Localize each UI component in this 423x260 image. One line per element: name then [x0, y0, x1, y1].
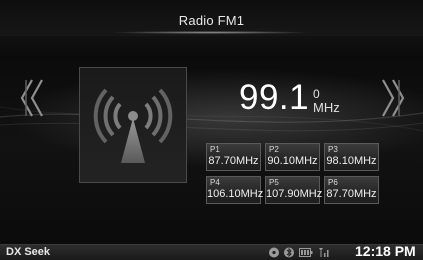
- preset-button-5[interactable]: P5 107.90MHz: [265, 176, 323, 204]
- preset-number: P4: [210, 178, 220, 187]
- preset-number: P3: [328, 145, 338, 154]
- seek-up-button[interactable]: [375, 78, 407, 118]
- status-bar: DX Seek 12:18 PM: [0, 243, 423, 260]
- seek-down-button[interactable]: [18, 78, 50, 118]
- preset-frequency: 98.10MHz: [326, 155, 377, 167]
- preset-number: P1: [210, 145, 220, 154]
- preset-button-4[interactable]: P4 106.10MHz: [206, 176, 264, 204]
- battery-icon: [299, 248, 313, 257]
- background-swoosh: [0, 106, 423, 132]
- signal-icon: [319, 248, 329, 257]
- clock: 12:18 PM: [355, 243, 416, 259]
- preset-button-6[interactable]: P6 87.70MHz: [324, 176, 379, 204]
- frequency-suffix: 0 MHz: [313, 88, 343, 115]
- frequency-unit: MHz: [313, 100, 340, 115]
- title-bar: Radio FM1: [0, 0, 423, 36]
- frequency-decimal: 0: [313, 87, 320, 101]
- preset-number: P2: [269, 145, 279, 154]
- bluetooth-icon: [284, 247, 294, 258]
- double-chevron-left-icon: [20, 79, 43, 117]
- disc-icon: [269, 247, 279, 258]
- preset-frequency: 107.90MHz: [266, 188, 323, 200]
- double-chevron-right-icon: [382, 79, 405, 117]
- preset-frequency: 87.70MHz: [326, 188, 377, 200]
- current-frequency: 99.1: [239, 78, 310, 117]
- page-title: Radio FM1: [178, 13, 245, 28]
- tuning-mode-label[interactable]: DX Seek: [6, 246, 50, 258]
- preset-button-3[interactable]: P3 98.10MHz: [324, 143, 379, 171]
- broadcast-antenna-icon: [93, 88, 173, 163]
- preset-frequency: 87.70MHz: [208, 155, 259, 167]
- title-underline: [110, 31, 310, 34]
- preset-frequency: 90.10MHz: [267, 155, 318, 167]
- station-artwork: [79, 67, 187, 183]
- preset-number: P6: [328, 178, 338, 187]
- preset-button-2[interactable]: P2 90.10MHz: [265, 143, 320, 171]
- radio-screen: Radio FM1 99.1 0 MHz P1 87.70MHz P2 90.1…: [0, 0, 423, 260]
- preset-button-1[interactable]: P1 87.70MHz: [206, 143, 261, 171]
- preset-frequency: 106.10MHz: [207, 188, 264, 200]
- preset-number: P5: [269, 178, 279, 187]
